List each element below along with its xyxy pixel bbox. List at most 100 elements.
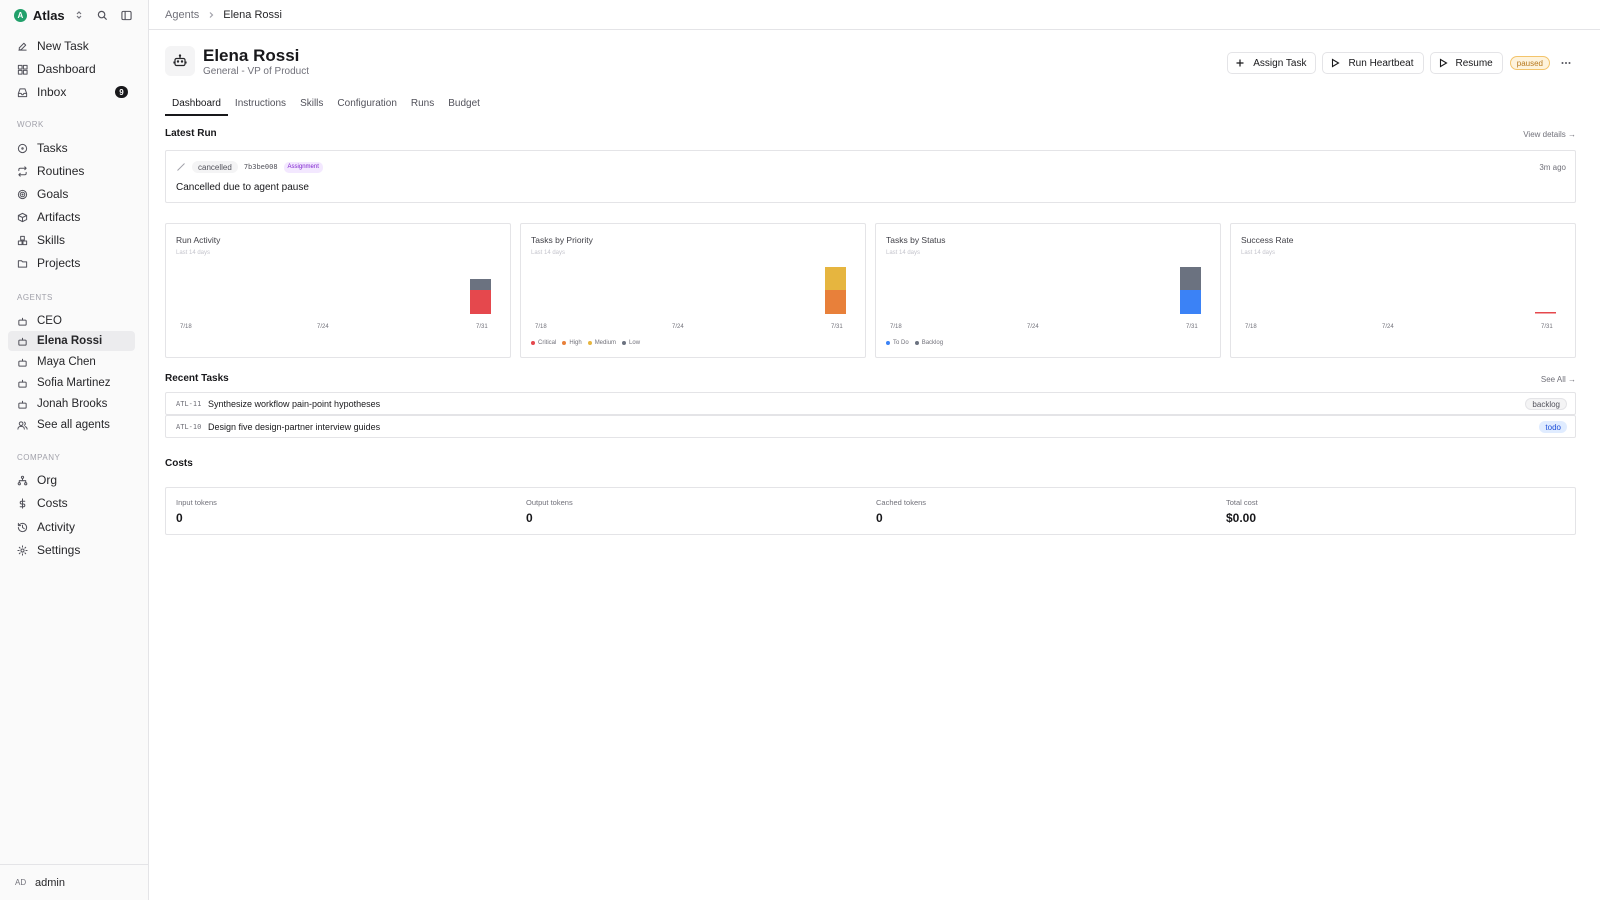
cost-value: 0 xyxy=(176,511,183,525)
sidebar-item-label: See all agents xyxy=(37,419,110,431)
x-tick-label: 7/18 xyxy=(180,324,192,330)
legend-item: Critical xyxy=(531,340,556,346)
task-row[interactable]: ATL-10 Design five design-partner intervi… xyxy=(165,415,1576,438)
legend-item: High xyxy=(562,340,582,346)
see-all-link[interactable]: See All → xyxy=(1541,375,1576,384)
tab-dashboard[interactable]: Dashboard xyxy=(165,92,228,116)
tab-skills[interactable]: Skills xyxy=(293,92,330,114)
agent-item-sofia-martinez[interactable]: Sofia Martinez xyxy=(8,373,135,393)
x-tick-label: 7/31 xyxy=(1186,324,1198,330)
sidebar-item-dashboard[interactable]: Dashboard xyxy=(8,59,135,79)
agent-item-elena-rossi[interactable]: Elena Rossi xyxy=(8,331,135,351)
chart-plot: 7/18 7/24 7/31 xyxy=(535,267,846,330)
view-details-link[interactable]: View details → xyxy=(1523,130,1576,139)
sidebar-item-org[interactable]: Org xyxy=(8,470,135,490)
x-tick-label: 7/24 xyxy=(1382,324,1394,330)
workspace-switcher[interactable]: A Atlas xyxy=(0,0,148,30)
success-rate-bar xyxy=(1535,312,1556,314)
edit-icon xyxy=(15,39,29,53)
sidebar-item-label: New Task xyxy=(37,39,89,53)
sidebar-item-artifacts[interactable]: Artifacts xyxy=(8,207,135,227)
agent-item-see-all-agents[interactable]: See all agents xyxy=(8,415,135,435)
sidebar-item-label: Costs xyxy=(37,496,68,510)
sidebar-item-projects[interactable]: Projects xyxy=(8,253,135,273)
sidebar-item-settings[interactable]: Settings xyxy=(8,540,135,560)
chart-title: Tasks by Priority xyxy=(531,235,593,245)
x-tick-label: 7/18 xyxy=(890,324,902,330)
cost-input-tokens: Input tokens 0 xyxy=(176,498,217,525)
legend-label: Critical xyxy=(538,340,557,346)
latest-run-card[interactable]: cancelled 7b3be008 Assignment 3m ago Can… xyxy=(165,150,1576,203)
cost-label: Cached tokens xyxy=(876,498,927,507)
sidebar-item-label: Inbox xyxy=(37,85,67,99)
x-tick-label: 7/24 xyxy=(317,324,329,330)
x-tick-label: 7/31 xyxy=(831,324,843,330)
sidebar-item-skills[interactable]: Skills xyxy=(8,230,135,250)
history-icon xyxy=(15,520,29,534)
legend-swatch xyxy=(622,341,627,345)
chart-title: Success Rate xyxy=(1241,235,1294,245)
run-heartbeat-button[interactable]: Run Heartbeat xyxy=(1322,52,1424,74)
sidebar-item-routines[interactable]: Routines xyxy=(8,161,135,181)
task-row[interactable]: ATL-11 Synthesize workflow pain-point hyp… xyxy=(165,392,1576,415)
sidebar-item-costs[interactable]: Costs xyxy=(8,493,135,513)
legend-label: High xyxy=(569,340,582,346)
legend-swatch xyxy=(531,341,535,345)
user-menu[interactable]: AD admin xyxy=(0,864,149,900)
assign-task-button[interactable]: Assign Task xyxy=(1227,52,1317,74)
run-heartbeat-label: Run Heartbeat xyxy=(1348,57,1414,69)
target-icon xyxy=(15,187,29,201)
search-icon[interactable] xyxy=(92,5,112,25)
agent-actions: Assign Task Run Heartbeat Resume paused xyxy=(1227,52,1576,74)
legend-label: To Do xyxy=(893,340,909,346)
chevrons-up-down-icon[interactable] xyxy=(69,5,89,25)
folder-icon xyxy=(15,256,29,270)
gear-icon xyxy=(15,543,29,557)
x-tick-label: 7/31 xyxy=(476,324,488,330)
tab-configuration[interactable]: Configuration xyxy=(330,92,403,114)
bar-segment xyxy=(1180,267,1201,290)
run-time: 3m ago xyxy=(1539,163,1566,172)
workspace-logo: A xyxy=(14,8,27,22)
chart-subtitle: Last 14 days xyxy=(1241,250,1276,256)
agent-role: General - VP of Product xyxy=(203,66,309,77)
sidebar-item-new-task[interactable]: New Task xyxy=(8,36,135,56)
legend-swatch xyxy=(886,341,890,345)
x-tick-label: 7/24 xyxy=(1027,324,1039,330)
cost-total-cost: Total cost $0.00 xyxy=(1226,498,1258,525)
sidebar-item-activity[interactable]: Activity xyxy=(8,517,135,537)
sidebar-toggle-icon[interactable] xyxy=(116,5,136,25)
agent-item-jonah-brooks[interactable]: Jonah Brooks xyxy=(8,394,135,414)
sidebar-item-tasks[interactable]: Tasks xyxy=(8,138,135,158)
tab-runs[interactable]: Runs xyxy=(404,92,441,114)
more-options-icon[interactable] xyxy=(1556,53,1576,73)
legend-swatch xyxy=(562,341,567,345)
legend-item: To Do xyxy=(886,340,909,346)
plus-icon xyxy=(1235,57,1247,69)
sidebar-item-label: CEO xyxy=(37,315,62,327)
sidebar-item-label: Maya Chen xyxy=(37,356,96,368)
status-badge: paused xyxy=(1509,56,1550,70)
sidebar-item-label: Org xyxy=(37,473,58,487)
costs-card: Input tokens 0 Output tokens 0 Cached tokens… xyxy=(165,487,1576,535)
tab-instructions[interactable]: Instructions xyxy=(228,92,293,114)
cost-label: Output tokens xyxy=(526,498,573,507)
section-label-agents: AGENTS xyxy=(17,293,53,302)
x-tick-label: 7/24 xyxy=(672,324,684,330)
user-name: admin xyxy=(35,876,65,889)
sidebar-item-inbox[interactable]: Inbox 9 xyxy=(8,82,135,102)
resume-button[interactable]: Resume xyxy=(1429,52,1503,74)
legend-item: Medium xyxy=(587,340,616,346)
breadcrumb-agents-link[interactable]: Agents xyxy=(165,9,199,21)
sidebar-item-label: Goals xyxy=(37,187,69,201)
sidebar-item-label: Sofia Martinez xyxy=(37,377,111,389)
legend-swatch xyxy=(914,341,919,345)
assign-task-label: Assign Task xyxy=(1253,57,1307,69)
agent-item-maya-chen[interactable]: Maya Chen xyxy=(8,352,135,372)
tab-budget[interactable]: Budget xyxy=(441,92,487,114)
sidebar-item-label: Settings xyxy=(37,543,81,557)
agent-item-ceo[interactable]: CEO xyxy=(8,311,135,331)
task-status-badge: todo xyxy=(1539,421,1567,433)
sidebar-item-goals[interactable]: Goals xyxy=(8,184,135,204)
bar-segment xyxy=(470,290,491,314)
